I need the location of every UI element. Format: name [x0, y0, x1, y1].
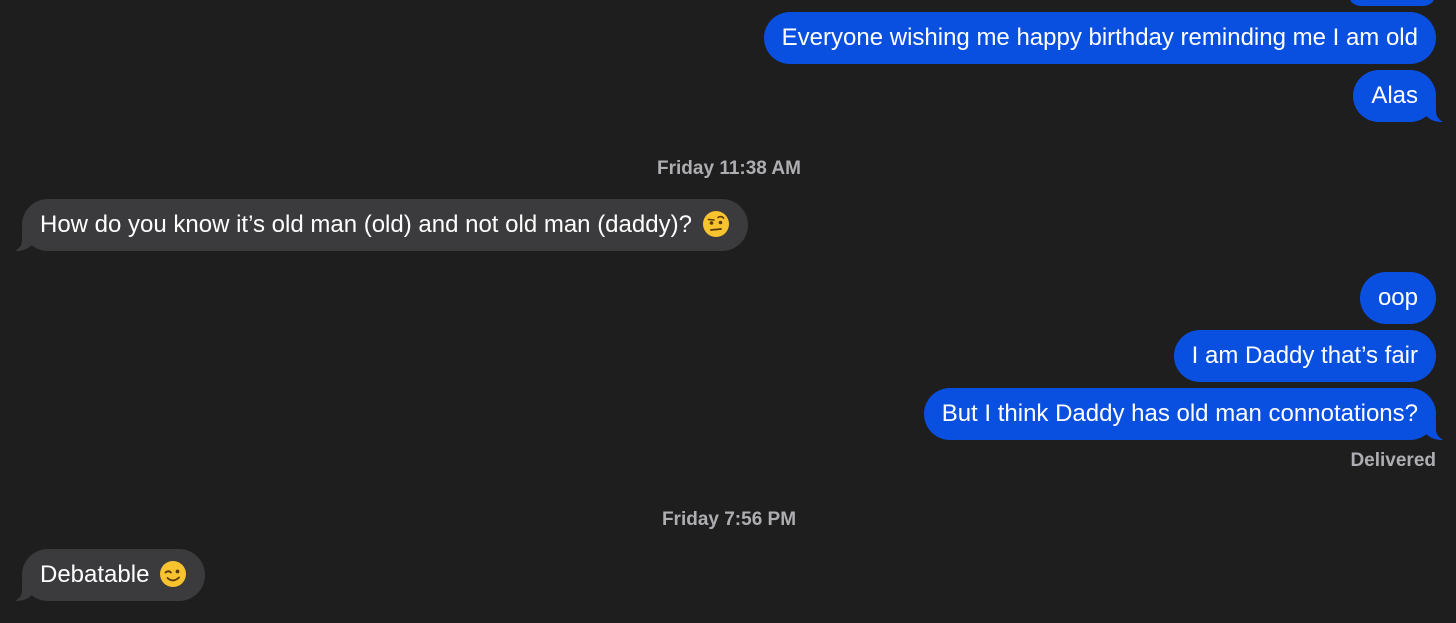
message-text: But I think Daddy has old man connotatio… — [941, 400, 1418, 427]
message-text: oop — [1377, 284, 1418, 311]
message-thread: Everyone wishing me happy birthday remin… — [0, 0, 1456, 623]
sent-message-bubble[interactable]: I am Daddy that’s fair — [1173, 330, 1436, 382]
received-message-bubble[interactable]: How do you know it’s old man (old) and n… — [0, 199, 748, 253]
message-text: I am Daddy that’s fair — [1191, 342, 1418, 369]
message-text: Debatable — [40, 561, 150, 588]
sent-message-bubble[interactable]: Everyone wishing me happy birthday remin… — [763, 12, 1436, 64]
sent-message-bubble[interactable]: Alas — [1353, 70, 1456, 124]
timestamp: Friday 11:38 AM — [657, 158, 801, 179]
sent-message-bubble[interactable]: But I think Daddy has old man connotatio… — [923, 388, 1456, 442]
previous-message-bubble-partial[interactable] — [1348, 0, 1436, 6]
message-text: Everyone wishing me happy birthday remin… — [781, 24, 1418, 51]
raised-eyebrow-face-icon — [702, 210, 729, 237]
sent-message-bubble[interactable]: oop — [1359, 272, 1436, 324]
received-message-bubble[interactable]: Debatable — [0, 549, 206, 603]
message-text: How do you know it’s old man (old) and n… — [40, 211, 692, 238]
message-text: Alas — [1371, 82, 1418, 109]
timestamp: Friday 7:56 PM — [661, 509, 797, 530]
delivery-status: Delivered — [1350, 450, 1436, 471]
winking-face-icon — [160, 560, 187, 587]
